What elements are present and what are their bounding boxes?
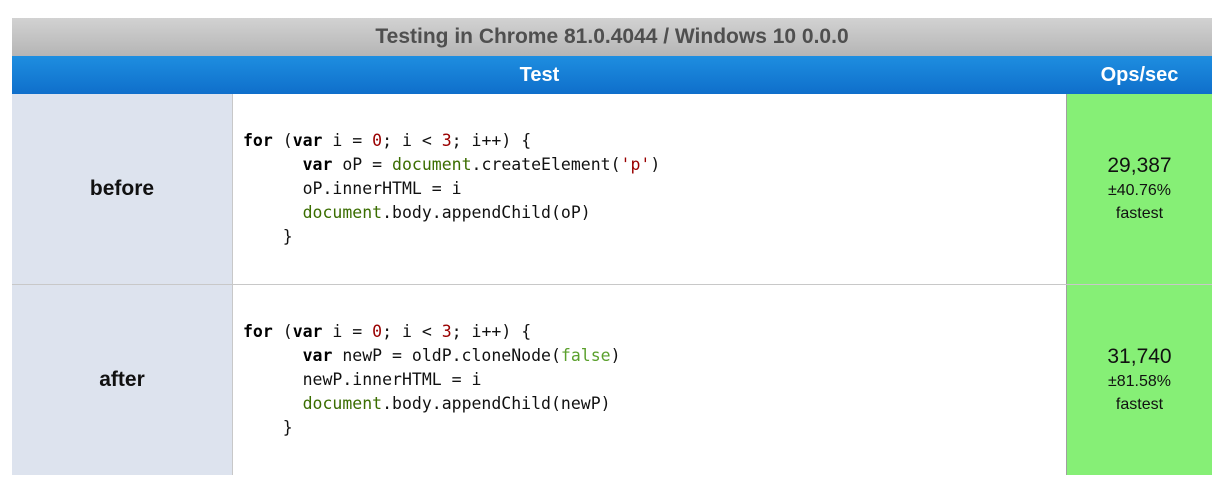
code-number: 3 (441, 322, 452, 341)
header-test: Test (519, 64, 560, 86)
code-text: .body.appendChild(newP) (382, 394, 611, 413)
code-text: ; i++) { (451, 322, 532, 341)
code-number: 0 (372, 131, 383, 150)
ops-result-cell: 31,740 ±81.58% fastest (1066, 285, 1212, 475)
code-text: .createElement( (471, 155, 621, 174)
code-block: for (var i = 0; i < 3; i++) { var newP =… (243, 320, 621, 440)
ops-value: 29,387 (1107, 154, 1172, 177)
code-literal: false (560, 346, 611, 365)
code-text: newP.innerHTML = i (302, 370, 482, 389)
code-text: i = (322, 131, 373, 150)
code-object: document (302, 203, 383, 222)
header-ops-per-sec: Ops/sec (1100, 64, 1179, 86)
ops-value: 31,740 (1107, 345, 1172, 368)
code-text: ; i++) { (451, 131, 532, 150)
code-keyword: for (243, 131, 273, 150)
code-text: ; i < (382, 322, 442, 341)
results-table: Testing in Chrome 81.0.4044 / Windows 10… (12, 18, 1212, 475)
table-row: before for (var i = 0; i < 3; i++) { var… (12, 94, 1212, 284)
code-block: for (var i = 0; i < 3; i++) { var oP = d… (243, 129, 660, 249)
code-text: } (282, 227, 293, 246)
ops-rank: fastest (1115, 205, 1164, 222)
code-object: document (392, 155, 472, 174)
code-text: ( (272, 322, 293, 341)
code-text: ) (650, 155, 661, 174)
code-text: ( (272, 131, 293, 150)
code-object: document (302, 394, 383, 413)
code-number: 0 (372, 322, 383, 341)
code-text: } (282, 418, 293, 437)
test-code-cell: for (var i = 0; i < 3; i++) { var newP =… (233, 285, 1066, 475)
code-text: oP = (332, 155, 393, 174)
code-text: ; i < (382, 131, 442, 150)
ops-error: ±81.58% (1107, 373, 1172, 390)
code-number: 3 (441, 131, 452, 150)
code-text: ) (610, 346, 621, 365)
code-keyword: var (302, 155, 333, 174)
test-title: after (12, 285, 233, 475)
code-text: newP = oldP.cloneNode( (332, 346, 561, 365)
code-keyword: var (292, 322, 323, 341)
code-keyword: var (302, 346, 333, 365)
table-caption: Testing in Chrome 81.0.4044 / Windows 10… (12, 18, 1212, 56)
table-header-row: Test Ops/sec (12, 56, 1212, 94)
ops-error: ±40.76% (1107, 182, 1172, 199)
ops-result-cell: 29,387 ±40.76% fastest (1066, 94, 1212, 284)
table-row: after for (var i = 0; i < 3; i++) { var … (12, 284, 1212, 475)
code-keyword: for (243, 322, 273, 341)
test-code-cell: for (var i = 0; i < 3; i++) { var oP = d… (233, 94, 1066, 284)
test-title: before (12, 94, 233, 284)
ops-rank: fastest (1115, 396, 1164, 413)
code-text: i = (322, 322, 373, 341)
code-string: 'p' (620, 155, 651, 174)
code-keyword: var (292, 131, 323, 150)
code-text: .body.appendChild(oP) (382, 203, 591, 222)
code-text: oP.innerHTML = i (302, 179, 462, 198)
